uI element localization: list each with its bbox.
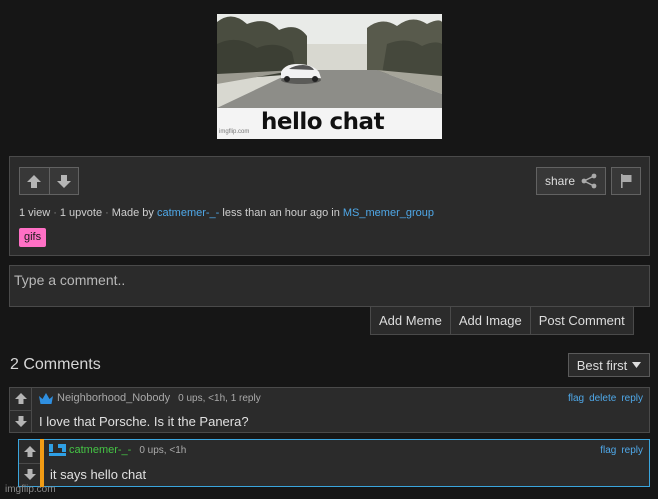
flag-link[interactable]: flag <box>600 445 616 456</box>
pixel-avatar-icon <box>49 444 66 456</box>
crown-icon <box>39 392 53 404</box>
comment-actions-links: flag reply <box>600 445 643 456</box>
comment-username[interactable]: Neighborhood_Nobody <box>57 392 170 404</box>
sort-label: Best first <box>576 357 628 373</box>
post-meta: 1 view · 1 upvote · Made by catmemer-_- less… <box>19 207 434 219</box>
post-info-panel: share 1 view · 1 upvote · Made by catmemer-_… <box>9 156 650 256</box>
post-comment-button[interactable]: Post Comment <box>529 307 633 334</box>
comment-header: Neighborhood_Nobody 0 ups, <1h, 1 reply <box>39 392 261 404</box>
flag-link[interactable]: flag <box>568 393 584 404</box>
gif-caption-text: hello chat <box>261 109 385 135</box>
comment-text: I love that Porsche. Is it the Panera? <box>39 414 249 429</box>
comment-downvote-button[interactable] <box>10 409 31 433</box>
meme-gif[interactable]: hello chat imgflip.com <box>217 14 442 139</box>
upvote-arrow-icon <box>27 174 42 188</box>
upvote-count: 1 upvote <box>59 207 103 219</box>
add-image-button[interactable]: Add Image <box>449 307 530 334</box>
share-label: share <box>544 174 576 188</box>
downvote-button[interactable] <box>48 168 79 194</box>
reply-accent-bar <box>40 439 44 487</box>
share-button[interactable]: share <box>536 167 606 195</box>
comment-header: catmemer-_- 0 ups, <1h <box>49 444 186 456</box>
comments-count: 2 Comments <box>10 356 101 373</box>
comment-item: Neighborhood_Nobody 0 ups, <1h, 1 reply … <box>9 387 650 433</box>
comment-vote <box>19 440 41 486</box>
stream-link[interactable]: MS_memer_group <box>343 207 434 219</box>
comment-text: it says hello chat <box>50 467 147 482</box>
gif-watermark: imgflip.com <box>219 129 250 135</box>
comment-vote <box>10 388 32 432</box>
comment-downvote-button[interactable] <box>19 462 40 487</box>
tag-gifs[interactable]: gifs <box>19 228 47 247</box>
gif-frame-road-car <box>217 14 442 108</box>
upvote-arrow-icon <box>14 393 27 405</box>
caret-down-icon <box>632 362 642 368</box>
comment-upvote-button[interactable] <box>19 440 40 463</box>
comment-input[interactable] <box>9 265 650 307</box>
reply-link[interactable]: reply <box>621 445 643 456</box>
downvote-arrow-icon <box>14 415 27 427</box>
imgflip-watermark: imgflip.com <box>5 484 56 495</box>
flag-icon <box>621 174 632 188</box>
comment-stats: 0 ups, <1h, 1 reply <box>178 392 261 404</box>
reply-comment-item: catmemer-_- 0 ups, <1h flag reply it say… <box>18 439 650 487</box>
upvote-button[interactable] <box>20 168 49 194</box>
comment-stats: 0 ups, <1h <box>139 444 187 456</box>
delete-link[interactable]: delete <box>589 393 616 404</box>
add-meme-button[interactable]: Add Meme <box>371 307 450 334</box>
downvote-arrow-icon <box>23 469 36 481</box>
downvote-arrow-icon <box>56 174 71 188</box>
author-link[interactable]: catmemer-_- <box>157 207 219 219</box>
upvote-arrow-icon <box>23 445 36 457</box>
view-count: 1 view <box>19 207 51 219</box>
comment-actions: Add Meme Add Image Post Comment <box>370 307 634 335</box>
flag-button[interactable] <box>611 167 641 195</box>
made-by-label: Made by <box>111 207 154 219</box>
comment-upvote-button[interactable] <box>10 388 31 410</box>
sort-dropdown[interactable]: Best first <box>568 353 650 377</box>
comment-actions-links: flag delete reply <box>568 393 643 404</box>
post-time: less than an hour ago in <box>222 207 340 219</box>
post-vote-box <box>19 167 79 195</box>
comment-username[interactable]: catmemer-_- <box>69 444 131 456</box>
reply-link[interactable]: reply <box>621 393 643 404</box>
share-icon <box>581 173 597 189</box>
